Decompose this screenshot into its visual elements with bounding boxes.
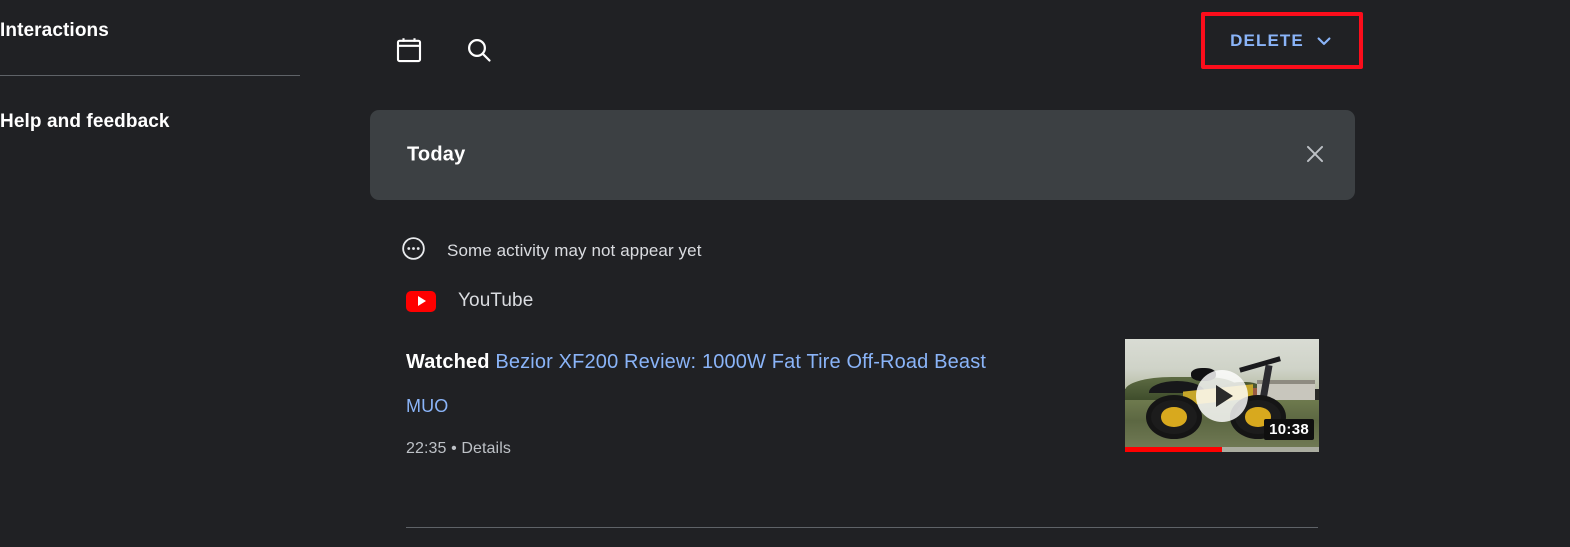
activity-entry: Watched Bezior XF200 Review: 1000W Fat T… — [406, 344, 1066, 458]
channel-link[interactable]: MUO — [406, 396, 448, 417]
activity-notice-text: Some activity may not appear yet — [447, 241, 702, 260]
activity-feed: Today Some activity may not appear yet Y… — [370, 0, 1570, 547]
video-title-link[interactable]: Bezior XF200 Review: 1000W Fat Tire Off-… — [495, 351, 986, 373]
activity-time: 22:35 — [406, 440, 447, 457]
activity-title: Watched Bezior XF200 Review: 1000W Fat T… — [406, 344, 1066, 380]
watch-progress-fill — [1125, 447, 1222, 452]
sidebar-item-interactions[interactable]: Interactions — [0, 20, 109, 42]
activity-notice: Some activity may not appear yet — [400, 235, 702, 267]
sidebar-divider — [0, 75, 300, 76]
more-horiz-circle-icon — [400, 235, 427, 267]
sidebar-item-help-and-feedback[interactable]: Help and feedback — [0, 111, 170, 133]
activity-meta: 22:35 • Details — [406, 440, 1066, 458]
watch-progress-track — [1125, 447, 1319, 452]
date-group-label: Today — [407, 143, 466, 166]
activity-provider: YouTube — [406, 290, 533, 312]
activity-divider — [406, 527, 1318, 528]
video-duration-badge: 10:38 — [1264, 419, 1314, 440]
meta-separator: • — [451, 440, 457, 457]
date-group-card: Today — [370, 110, 1355, 200]
video-thumbnail[interactable]: 10:38 — [1125, 339, 1319, 452]
bike-wheel-front — [1146, 394, 1203, 440]
play-icon[interactable] — [1196, 369, 1248, 422]
details-link[interactable]: Details — [461, 440, 511, 457]
sidebar: Interactions Help and feedback — [0, 0, 370, 547]
close-icon — [1302, 141, 1328, 170]
date-card-close-button[interactable] — [1297, 137, 1333, 173]
activity-action-label: Watched — [406, 351, 490, 373]
youtube-icon — [406, 290, 436, 312]
activity-provider-name: YouTube — [458, 290, 534, 311]
